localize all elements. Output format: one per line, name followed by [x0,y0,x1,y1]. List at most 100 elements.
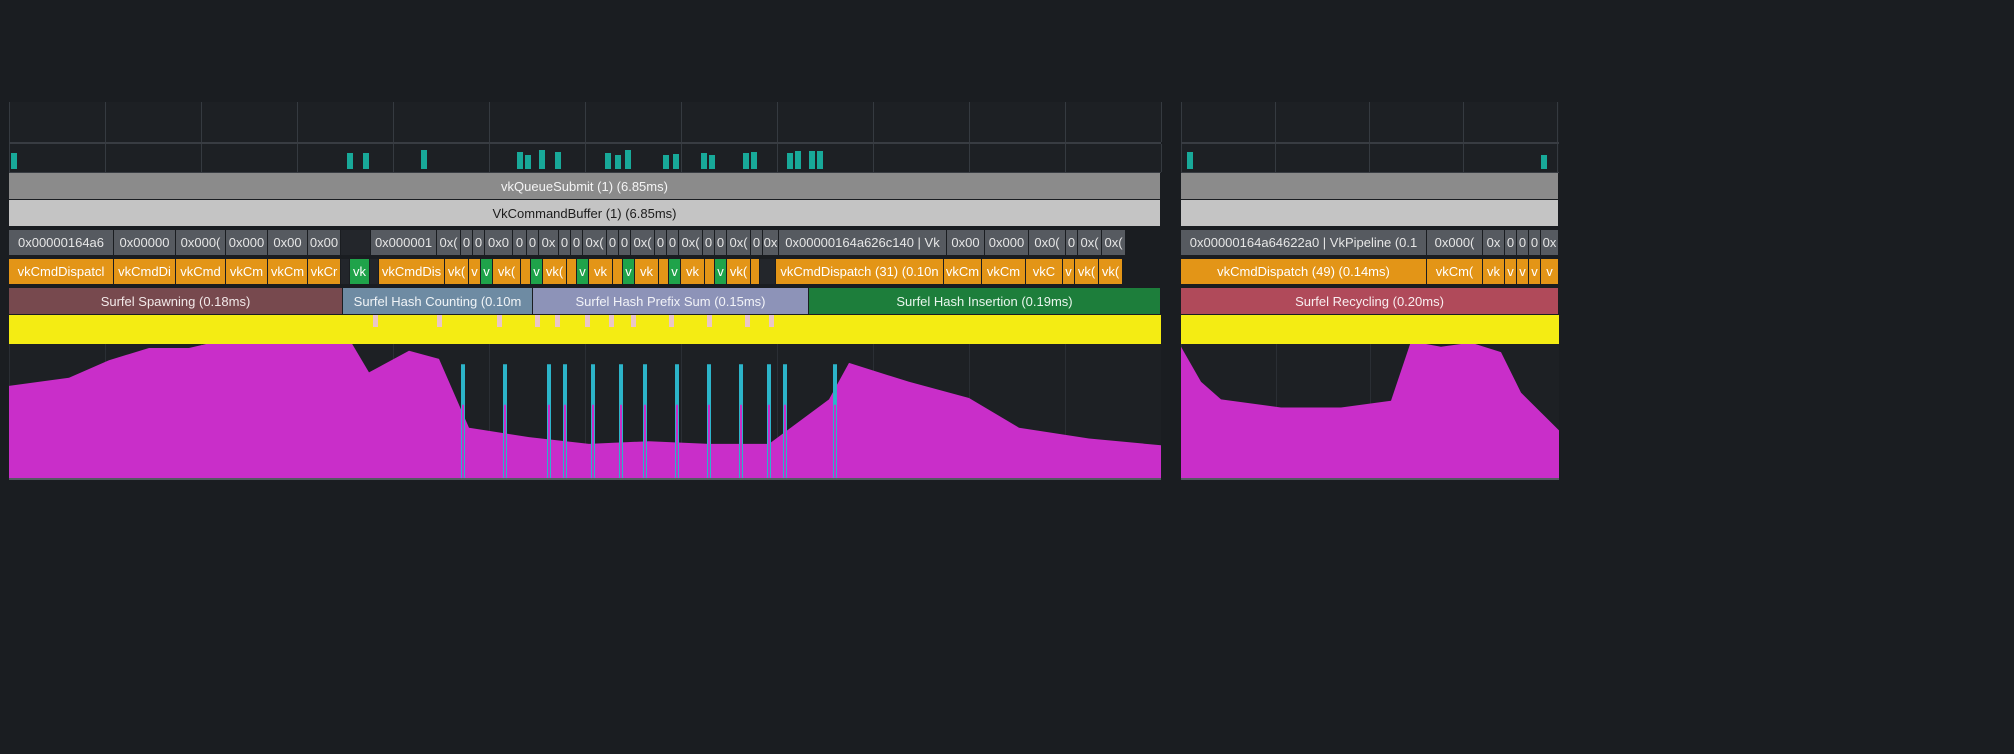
timeline-block[interactable]: 0 [461,230,473,255]
timeline-block[interactable]: 0x( [1078,230,1102,255]
timeline-block[interactable]: vkCmd [176,259,226,284]
timeline-block[interactable]: v [1063,259,1075,284]
timeline-block[interactable]: 0x( [727,230,751,255]
overview-strip[interactable] [9,143,1161,173]
timeline-block[interactable] [613,259,623,284]
timeline-block[interactable]: vkC [1026,259,1063,284]
timeline-block[interactable]: v [669,259,681,284]
timeline-block[interactable]: 0x [1541,230,1559,255]
timeline-block[interactable]: vkCmdDi [114,259,176,284]
timeline-block[interactable]: 0x [1483,230,1505,255]
timeline-block[interactable]: vkCm [268,259,308,284]
timeline-block[interactable]: 0 [527,230,539,255]
time-ruler[interactable] [9,102,1161,143]
timeline-block[interactable]: 0 [1517,230,1529,255]
timeline-block[interactable]: 0x [539,230,559,255]
dispatch-row[interactable]: vkCmdDispatch (49) (0.14ms)vkCm(vkvvvv [1181,259,1559,285]
timeline-block[interactable]: Surfel Spawning (0.18ms) [9,288,343,314]
timeline-block[interactable]: 0x0 [485,230,513,255]
timeline-block[interactable]: 0 [607,230,619,255]
timeline-block[interactable]: Surfel Recycling (0.20ms) [1181,288,1559,314]
timeline-panel-right[interactable]: 0x00000164a64622a0 | VkPipeline (0.10x00… [1181,102,1559,480]
timeline-block[interactable]: 0x0( [1029,230,1066,255]
timeline-block[interactable]: vk [681,259,705,284]
timeline-block[interactable] [370,259,379,284]
timeline-block[interactable]: vk [589,259,613,284]
timeline-block[interactable]: v [469,259,481,284]
timeline-block[interactable]: vkCm [226,259,268,284]
timeline-block[interactable]: 0x( [631,230,655,255]
timeline-panel-left[interactable]: vkQueueSubmit (1) (6.85ms) VkCommandBuff… [9,102,1161,480]
timeline-block[interactable]: vk [350,259,370,284]
timeline-block[interactable]: 0 [513,230,527,255]
timeline-block[interactable]: vk [1483,259,1505,284]
overview-strip[interactable] [1181,143,1559,173]
timeline-block[interactable]: 0x( [679,230,703,255]
timeline-block[interactable]: 0x00000164a6 [9,230,114,255]
timeline-block[interactable]: Surfel Hash Insertion (0.19ms) [809,288,1161,314]
queue-submit-block[interactable]: vkQueueSubmit (1) (6.85ms) [9,173,1161,199]
timeline-block[interactable]: 0 [751,230,763,255]
dispatch-row[interactable]: vkCmdDispatclvkCmdDivkCmdvkCmvkCmvkCrvkv… [9,259,1161,285]
timeline-block[interactable]: Surfel Hash Counting (0.10m [343,288,533,314]
timeline-block[interactable]: vkCmdDispatch (31) (0.10n [776,259,944,284]
timeline-block[interactable]: 0x( [1102,230,1126,255]
timeline-block[interactable]: v [1517,259,1529,284]
timeline-block[interactable] [341,259,350,284]
command-buffer-row-continuation[interactable] [1181,200,1559,227]
timeline-block[interactable]: 0 [559,230,571,255]
timeline-block[interactable] [760,259,776,284]
timeline-block[interactable]: vk( [1099,259,1123,284]
timeline-block[interactable]: 0 [1529,230,1541,255]
timeline-block[interactable]: vk( [1075,259,1099,284]
counter-chart-right[interactable] [1181,344,1559,480]
timeline-block[interactable]: v [715,259,727,284]
command-buffer-block[interactable]: VkCommandBuffer (1) (6.85ms) [9,200,1161,226]
timeline-block[interactable]: 0x( [437,230,461,255]
timeline-block[interactable]: vk( [727,259,751,284]
timeline-block[interactable]: vkCmdDis [379,259,445,284]
occupancy-strip[interactable] [9,315,1161,344]
timeline-block[interactable]: 0 [715,230,727,255]
timeline-block[interactable]: 0x000001 [371,230,437,255]
time-ruler[interactable] [1181,102,1559,143]
timeline-block[interactable]: vkCm [982,259,1026,284]
timeline-block[interactable]: vk [635,259,659,284]
pipeline-address-row[interactable]: 0x00000164a60x000000x000(0x0000x000x000x… [9,230,1161,256]
timeline-block[interactable]: 0 [1066,230,1078,255]
timeline-block[interactable]: Surfel Hash Prefix Sum (0.15ms) [533,288,809,314]
timeline-block[interactable]: 0 [655,230,667,255]
timeline-block[interactable]: vkCm( [1427,259,1483,284]
timeline-block[interactable]: 0 [571,230,583,255]
timeline-block[interactable]: 0 [473,230,485,255]
command-buffer-block-cont[interactable] [1181,200,1559,226]
timeline-block[interactable]: 0x00 [308,230,341,255]
timeline-block[interactable]: vkCm [944,259,982,284]
timeline-block[interactable] [659,259,669,284]
queue-submit-row-continuation[interactable] [1181,173,1559,200]
timeline-block[interactable]: 0x00 [268,230,308,255]
timeline-block[interactable]: 0 [619,230,631,255]
timeline-block[interactable]: vk( [543,259,567,284]
timeline-block[interactable] [751,259,760,284]
timeline-block[interactable]: vkCmdDispatcl [9,259,114,284]
timeline-block[interactable]: 0x000( [1427,230,1483,255]
timeline-block[interactable]: v [577,259,589,284]
timeline-block[interactable]: 0x000( [176,230,226,255]
timeline-block[interactable]: vk( [445,259,469,284]
pipeline-address-row[interactable]: 0x00000164a64622a0 | VkPipeline (0.10x00… [1181,230,1559,256]
timeline-block[interactable]: v [1505,259,1517,284]
timeline-block[interactable]: 0x000 [985,230,1029,255]
timeline-block[interactable] [521,259,531,284]
occupancy-strip[interactable] [1181,315,1559,344]
timeline-block[interactable]: v [623,259,635,284]
timeline-block[interactable] [567,259,577,284]
queue-submit-row[interactable]: vkQueueSubmit (1) (6.85ms) [9,173,1161,200]
timeline-block[interactable]: vkCmdDispatch (49) (0.14ms) [1181,259,1427,284]
timeline-block[interactable]: 0x000 [226,230,268,255]
timeline-block[interactable]: vkCr [308,259,341,284]
timeline-block[interactable]: 0 [667,230,679,255]
timeline-block[interactable]: 0x( [583,230,607,255]
timeline-block[interactable]: 0x00000164a64622a0 | VkPipeline (0.1 [1181,230,1427,255]
timeline-block[interactable]: 0 [703,230,715,255]
